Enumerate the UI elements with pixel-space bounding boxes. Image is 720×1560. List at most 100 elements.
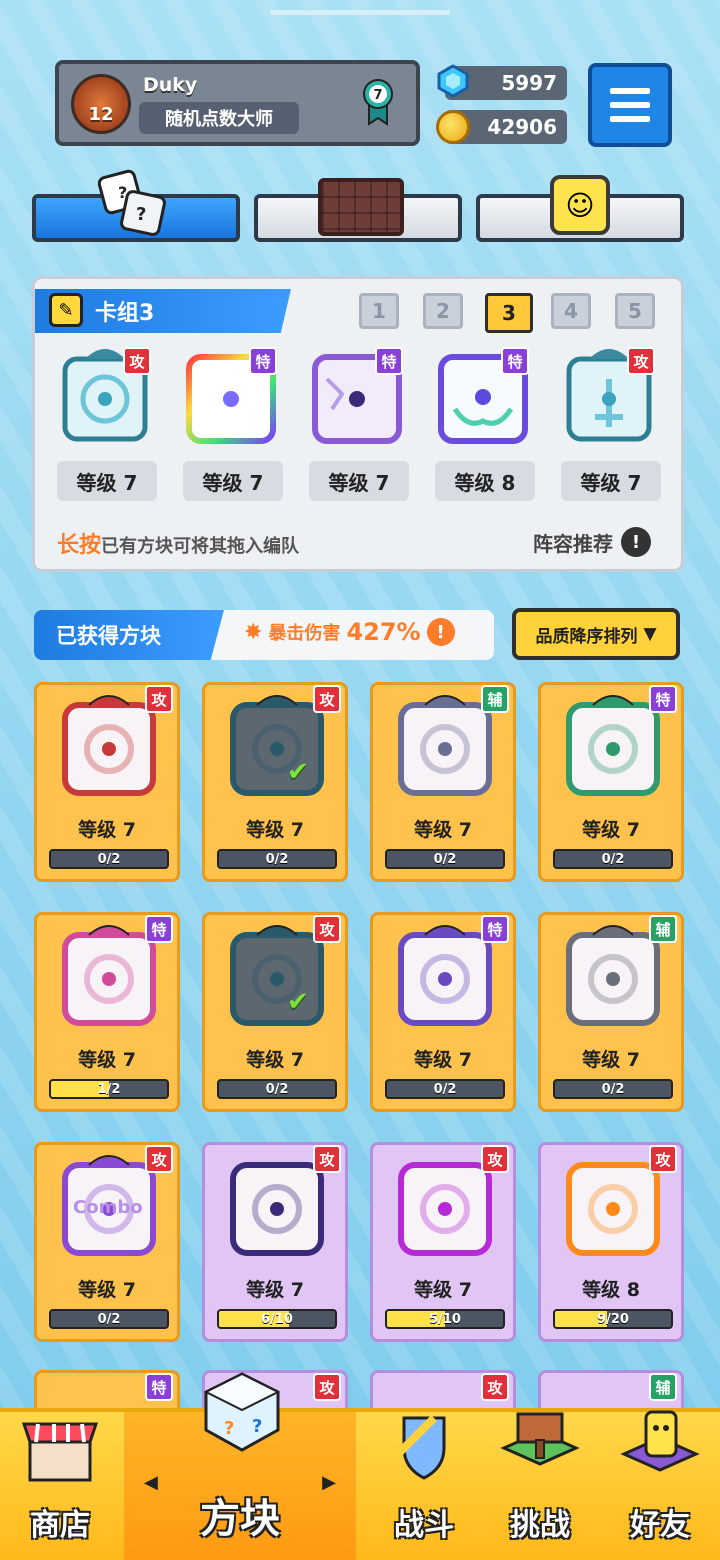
- upgrade-progress-bar: 0/2: [385, 849, 505, 869]
- progress-text: 1/2: [97, 1081, 121, 1097]
- equipped-check-icon: ✔: [287, 987, 309, 1017]
- dice-card[interactable]: Combo 攻等级 7 0/2: [34, 1142, 180, 1342]
- deck-number-5[interactable]: 5: [615, 293, 655, 329]
- attack-tag: 攻: [481, 1145, 509, 1173]
- dice-level: 等级 8: [582, 1279, 640, 1301]
- attack-tag: 攻: [313, 1373, 341, 1401]
- dice-level: 等级 7: [582, 1049, 640, 1071]
- attack-tag: 攻: [145, 1145, 173, 1173]
- deck-card[interactable]: 攻: [55, 339, 155, 449]
- attack-tag: 攻: [627, 347, 655, 375]
- special-tag: 特: [145, 1373, 173, 1401]
- dice-level: 等级 7: [414, 819, 472, 841]
- svg-text:?: ?: [252, 1416, 262, 1437]
- dice-card[interactable]: 特等级 7 0/2: [538, 682, 684, 882]
- progress-text: 0/2: [601, 1081, 625, 1097]
- dice-card[interactable]: 攻等级 8 9/20: [538, 1142, 684, 1342]
- dice-level: 等级 7: [246, 1279, 304, 1301]
- nav-battle[interactable]: 战斗: [364, 1412, 484, 1560]
- upgrade-progress-bar: 0/2: [49, 1309, 169, 1329]
- upgrade-progress-bar: 5/10: [385, 1309, 505, 1329]
- deck-card[interactable]: 攻: [559, 339, 659, 449]
- crit-damage[interactable]: ✸ 暴击伤害 427% !: [244, 618, 455, 646]
- blocks-crate-icon: ??: [203, 1372, 281, 1452]
- special-tag: 特: [375, 347, 403, 375]
- player-name: Duky: [143, 74, 198, 96]
- nav-next-arrow-icon[interactable]: ▶: [322, 1472, 336, 1493]
- deck-number-1[interactable]: 1: [359, 293, 399, 329]
- dice-level: 等级 7: [78, 1049, 136, 1071]
- deck-card-level: 等级 7: [561, 461, 661, 501]
- deck-card[interactable]: 特: [181, 339, 281, 449]
- player-level: 12: [88, 104, 114, 125]
- drag-hint: 长按已有方块可将其拖入编队: [57, 527, 299, 559]
- hint-text: 已有方块可将其拖入编队: [101, 536, 300, 557]
- crit-value: 427%: [346, 618, 421, 646]
- recommend-button[interactable]: 阵容推荐!: [533, 527, 651, 557]
- menu-icon-line: [610, 116, 650, 122]
- deck-card[interactable]: 特: [307, 339, 407, 449]
- nav-shop[interactable]: 商店: [0, 1412, 120, 1560]
- deck-card-level: 等级 7: [57, 461, 157, 501]
- attack-tag: 攻: [145, 685, 173, 713]
- attack-tag: 攻: [313, 915, 341, 943]
- deck-number-4[interactable]: 4: [551, 293, 591, 329]
- attack-tag: 攻: [481, 1373, 509, 1401]
- dice-card[interactable]: 辅等级 7 0/2: [538, 912, 684, 1112]
- dice-level: 等级 7: [78, 819, 136, 841]
- sort-label: 品质降序排列: [535, 626, 638, 647]
- dice-level: 等级 7: [414, 1049, 472, 1071]
- profile-panel[interactable]: 12 Duky 随机点数大师 7: [55, 60, 420, 146]
- sort-dropdown[interactable]: 品质降序排列 ▼: [512, 608, 680, 660]
- crit-burst-icon: ✸: [244, 619, 263, 645]
- dropdown-arrow-icon: ▼: [643, 624, 657, 644]
- battle-shield-icon: [395, 1415, 446, 1480]
- top-drag-handle: [270, 10, 450, 15]
- smiley-emote-icon: ☺: [550, 175, 610, 235]
- upgrade-progress-bar: 0/2: [553, 1079, 673, 1099]
- deck-card-level: 等级 7: [309, 461, 409, 501]
- deck-panel: 卡组3 ✎ 1 2 3 4 5 攻 特 特 特 攻 等级 7 等级 7 等级 7…: [32, 276, 684, 572]
- nav-challenge[interactable]: 挑战: [480, 1412, 600, 1560]
- dice-card[interactable]: 攻等级 7 0/2: [34, 682, 180, 882]
- dice-level: 等级 7: [78, 1279, 136, 1301]
- dice-card[interactable]: 攻等级 7 6/10: [202, 1142, 348, 1342]
- avatar[interactable]: 12: [71, 74, 131, 134]
- player-title: 随机点数大师: [139, 102, 299, 134]
- upgrade-progress-bar: 0/2: [217, 1079, 337, 1099]
- equipped-check-icon: ✔: [287, 757, 309, 787]
- deck-number-2[interactable]: 2: [423, 293, 463, 329]
- dice-card[interactable]: 辅等级 7 0/2: [370, 682, 516, 882]
- dice-card[interactable]: 特等级 7 1/2: [34, 912, 180, 1112]
- dice-card[interactable]: ✔ 攻等级 7 0/2: [202, 912, 348, 1112]
- special-tag: 特: [145, 915, 173, 943]
- dice-icon: ? ?: [98, 169, 166, 236]
- nav-prev-arrow-icon[interactable]: ◀: [144, 1472, 158, 1493]
- bottom-nav: 商店 ?? ◀ ▶ 方块 战斗 挑战 好友: [0, 1372, 720, 1560]
- coin-icon: [436, 110, 470, 144]
- obtained-label: 已获得方块: [34, 610, 224, 660]
- attack-tag: 攻: [649, 1145, 677, 1173]
- nav-friends-label: 好友: [630, 1508, 690, 1543]
- progress-text: 0/2: [97, 1311, 121, 1327]
- crit-info-icon: !: [426, 618, 455, 646]
- dice-card[interactable]: 特等级 7 0/2: [370, 912, 516, 1112]
- deck-card[interactable]: 特: [433, 339, 533, 449]
- dice-card[interactable]: 攻等级 7 5/10: [370, 1142, 516, 1342]
- progress-text: 5/10: [429, 1311, 461, 1327]
- progress-text: 0/2: [97, 851, 121, 867]
- special-tag: 特: [501, 347, 529, 375]
- dice-card[interactable]: ✔ 攻等级 7 0/2: [202, 682, 348, 882]
- menu-button[interactable]: [588, 63, 672, 147]
- nav-blocks[interactable]: ?? ◀ ▶ 方块: [124, 1372, 356, 1560]
- nav-friends[interactable]: 好友: [600, 1410, 720, 1560]
- nav-blocks-label: 方块: [200, 1496, 280, 1542]
- crit-label: 暴击伤害: [268, 623, 341, 644]
- special-tag: 特: [249, 347, 277, 375]
- deck-number-3[interactable]: 3: [485, 293, 533, 333]
- rank-medal-icon[interactable]: 7: [361, 78, 395, 126]
- edit-pencil-icon[interactable]: ✎: [49, 293, 83, 327]
- upgrade-progress-bar: 0/2: [385, 1079, 505, 1099]
- progress-text: 6/10: [261, 1311, 293, 1327]
- obtained-bar: 已获得方块 ✸ 暴击伤害 427% !: [34, 610, 494, 660]
